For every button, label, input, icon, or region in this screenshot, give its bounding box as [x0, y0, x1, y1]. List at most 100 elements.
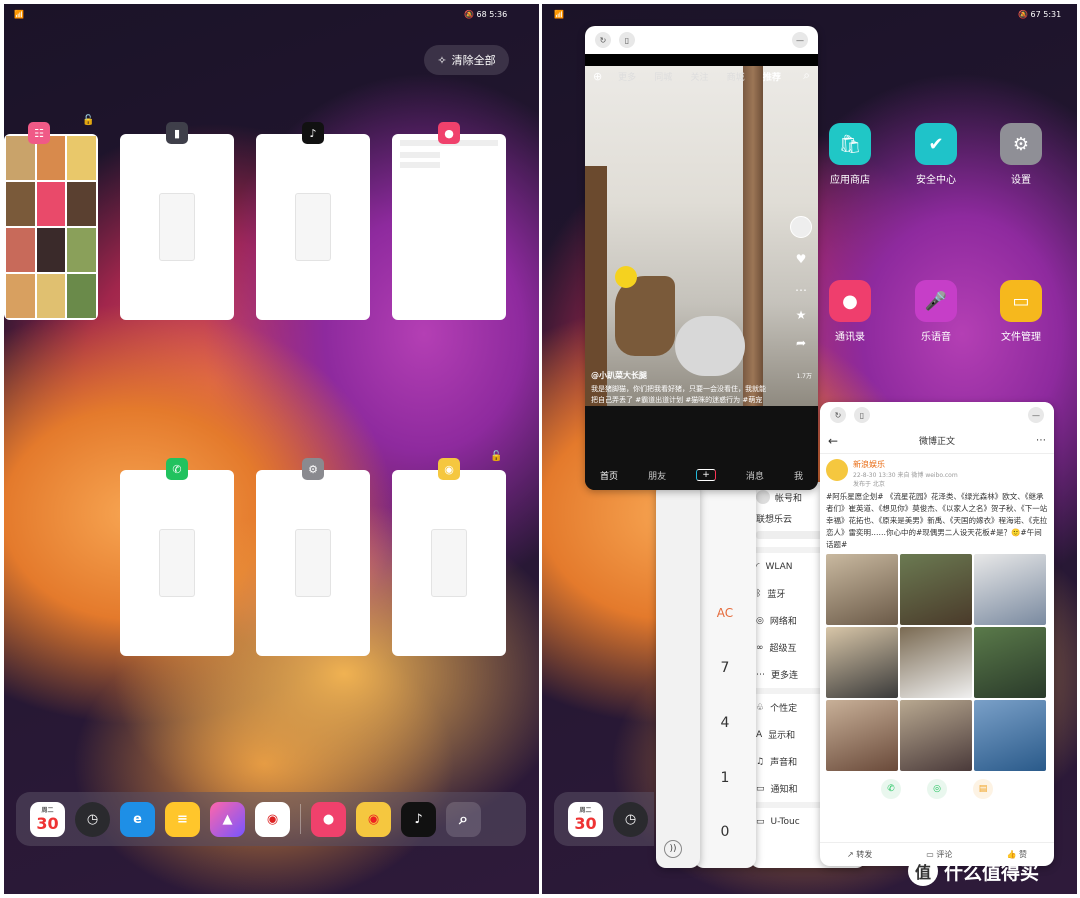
mic-icon[interactable]: 🎤 [915, 280, 957, 322]
search-icon[interactable]: ⌕ [803, 68, 810, 83]
minimize-icon[interactable]: — [1028, 407, 1044, 423]
broom-icon: ✧ [437, 53, 447, 67]
recent-card-weibo[interactable] [392, 470, 506, 656]
nav-home[interactable]: 首页 [600, 469, 618, 482]
lock-icon[interactable]: 🔓 [82, 115, 94, 126]
bluetooth-icon: ᛒ [756, 588, 762, 599]
contacts-icon[interactable]: ● [311, 801, 346, 837]
shield-icon[interactable]: ✔ [915, 123, 957, 165]
placeholder [431, 529, 467, 597]
star-icon[interactable]: ★ [796, 308, 807, 322]
minimize-icon[interactable]: — [792, 32, 808, 48]
repost-button[interactable]: ↗ 转发 [847, 849, 872, 860]
calendar-icon[interactable]: 周二 30 [30, 801, 65, 837]
calc-key[interactable]: 7 [705, 660, 745, 676]
clear-all-label: 清除全部 [451, 54, 496, 67]
app-label: 文件管理 [1001, 332, 1041, 343]
split-icon[interactable]: ▯ [854, 407, 870, 423]
share-icon[interactable]: ➦ [796, 336, 806, 350]
weibo-photo[interactable] [974, 627, 1046, 698]
recent-card-wechat[interactable] [120, 470, 234, 656]
heart-icon[interactable]: ♥ [796, 252, 807, 266]
weibo-photo[interactable] [900, 627, 972, 698]
store-icon[interactable]: 🛍 [829, 123, 871, 165]
search-icon[interactable]: ⌕ [446, 801, 481, 837]
weibo-location: 发布于 北京 [853, 481, 885, 488]
tab-more[interactable]: 更多 [618, 70, 636, 83]
moments-share-icon[interactable]: ◎ [927, 779, 947, 799]
nav-me[interactable]: 我 [794, 469, 803, 482]
weibo-text: #阿乐星愿企划# 《流星花园》花泽类、《绿光森林》欧文、《继承者们》崔英道、《想… [826, 492, 1048, 549]
status-right: 🔕 67 5:31 [1018, 10, 1062, 19]
brush-icon: ♧ [756, 702, 765, 713]
weibo-photo[interactable] [974, 700, 1046, 771]
lock-icon[interactable]: 🔓 [490, 451, 502, 462]
weibo-photo[interactable] [826, 627, 898, 698]
gear-icon[interactable]: ⚙ [1000, 123, 1042, 165]
weibo-photo[interactable] [900, 554, 972, 625]
calc-key[interactable]: 4 [705, 715, 745, 731]
nav-create[interactable]: + [696, 469, 716, 481]
sound-icon: ♫ [756, 756, 765, 767]
app-label: 乐语音 [921, 332, 951, 343]
app-label: 设置 [1011, 175, 1031, 186]
douyin-window[interactable]: ↻ ▯ — 更多 同城 关注 商城 推荐 ⊕ ⌕ ♥ … ★ ➦ 1.7万 @小趴… [585, 26, 818, 490]
split-icon[interactable]: ▯ [619, 32, 635, 48]
recent-card-phone[interactable] [120, 134, 234, 320]
weibo-photo[interactable] [826, 554, 898, 625]
tiktok-icon[interactable]: ♪ [401, 801, 436, 837]
add-icon[interactable]: ⊕ [593, 70, 602, 83]
clear-all-button[interactable]: ✧ 清除全部 [424, 45, 509, 75]
weibo-window[interactable]: ↻ ▯ — ← 微博正文 ⋯ 新浪娱乐 22-8-30 13:30 来自 微博 w… [820, 402, 1054, 866]
contacts-icon[interactable]: ● [829, 280, 871, 322]
recent-card-tiktok[interactable] [256, 134, 370, 320]
tab-following[interactable]: 关注 [690, 70, 708, 83]
weibo-photo[interactable] [826, 700, 898, 771]
nav-friends[interactable]: 朋友 [648, 469, 666, 482]
folder-icon[interactable]: ▭ [1000, 280, 1042, 322]
recent-card-shop[interactable] [4, 134, 98, 320]
back-icon[interactable]: ← [828, 434, 838, 448]
tab-nearby[interactable]: 同城 [654, 70, 672, 83]
camera-icon[interactable]: ◉ [255, 801, 290, 837]
more-icon[interactable]: ⋯ [1036, 435, 1046, 446]
tab-mall[interactable]: 商城 [727, 70, 745, 83]
clock-icon[interactable]: ◷ [75, 801, 110, 837]
recent-card-settings[interactable] [256, 470, 370, 656]
weibo-meta: 22-8-30 13:30 来自 微博 weibo.com [853, 472, 958, 479]
clock-icon[interactable]: ◷ [613, 801, 648, 837]
weibo-photo[interactable] [974, 554, 1046, 625]
weibo-photo[interactable] [900, 700, 972, 771]
recent-card-contacts[interactable] [392, 134, 506, 320]
comment-icon[interactable]: … [795, 280, 807, 294]
calculator-window[interactable]: AC 7 4 1 0 [694, 482, 756, 868]
battery-level: 67 [1030, 10, 1041, 19]
calc-key[interactable]: 1 [705, 770, 745, 786]
nav-messages[interactable]: 消息 [746, 469, 764, 482]
video-author[interactable]: @小趴菜大长腿 [591, 370, 766, 381]
calendar-icon[interactable]: 周二 30 [568, 801, 603, 837]
weibo-username[interactable]: 新浪娱乐 [853, 459, 958, 470]
rotate-icon[interactable]: ↻ [595, 32, 611, 48]
note-share-icon[interactable]: ▤ [973, 779, 993, 799]
weibo-avatar[interactable] [826, 459, 848, 481]
wechat-share-icon[interactable]: ✆ [881, 779, 901, 799]
weibo-icon[interactable]: ◉ [356, 801, 391, 837]
gallery-icon[interactable]: ▲ [210, 801, 245, 837]
notes-icon[interactable]: ≡ [165, 801, 200, 837]
rotate-icon[interactable]: ↻ [830, 407, 846, 423]
calendar-weekday: 周二 [579, 807, 592, 814]
nfc-icon[interactable]: )) [664, 840, 682, 858]
settings-item-label: 更多连 [771, 671, 799, 681]
battery-level: 68 [476, 10, 487, 19]
background-window[interactable]: )) [656, 482, 700, 868]
browser-icon[interactable]: e [120, 801, 155, 837]
author-avatar[interactable] [790, 216, 812, 238]
calc-key-ac[interactable]: AC [705, 606, 745, 620]
display-icon: A [756, 729, 763, 740]
tab-recommend[interactable]: 推荐 [763, 70, 781, 83]
calc-key[interactable]: 0 [705, 824, 745, 840]
wifi-icon: ◜ [756, 561, 760, 572]
settings-item-label: U-Touc [770, 816, 800, 827]
window-titlebar: ↻ ▯ — [585, 26, 818, 54]
